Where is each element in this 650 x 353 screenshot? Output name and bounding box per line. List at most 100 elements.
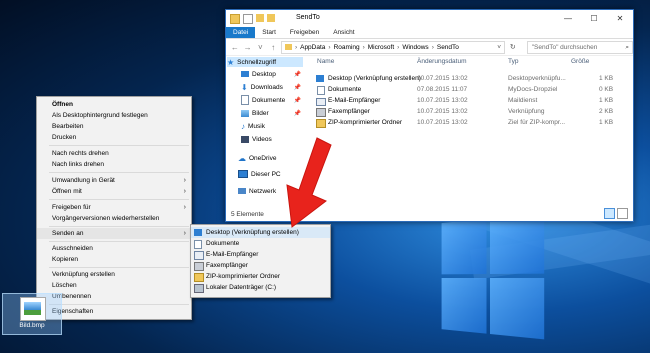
- menu-item-bearbeiten[interactable]: Bearbeiten: [37, 121, 191, 132]
- nav-item-dokumente[interactable]: Dokumente 📌: [241, 95, 305, 105]
- document-icon: [317, 86, 325, 95]
- nav-label: Dokumente: [252, 96, 286, 104]
- breadcrumb-item[interactable]: Microsoft: [368, 44, 394, 51]
- tab-freigeben[interactable]: Freigeben: [283, 27, 326, 38]
- send-to-mail[interactable]: E-Mail-Empfänger: [191, 249, 330, 260]
- document-icon: [194, 240, 202, 249]
- nav-item-downloads[interactable]: ⬇ Downloads 📌: [241, 82, 305, 92]
- menu-item-send-to[interactable]: Senden an ›: [37, 228, 191, 239]
- title-bar: SendTo — ☐ ✕: [226, 10, 633, 27]
- nav-item-bilder[interactable]: Bilder 📌: [241, 108, 305, 118]
- menu-item-copy[interactable]: Kopieren: [37, 254, 191, 265]
- file-type: Ziel für ZIP-kompr...: [508, 119, 566, 126]
- refresh-icon[interactable]: ↻: [508, 43, 518, 51]
- send-to-zip[interactable]: ZIP-komprimierter Ordner: [191, 271, 330, 282]
- file-name: ZIP-komprimierter Ordner: [328, 119, 403, 126]
- nav-item-schnellzugriff[interactable]: ★ Schnellzugriff: [227, 57, 303, 67]
- maximize-button[interactable]: ☐: [581, 10, 607, 27]
- menu-item-drucken[interactable]: Drucken: [37, 132, 191, 143]
- send-to-local-drive[interactable]: Lokaler Datenträger (C:): [191, 282, 330, 293]
- nav-item-videos[interactable]: Videos: [241, 134, 305, 144]
- menu-label: Drucken: [52, 134, 77, 141]
- file-row[interactable]: Faxempfänger 10.07.2015 13:02 Verknüpfun…: [314, 107, 629, 117]
- menu-item-set-background[interactable]: Als Desktophintergrund festlegen: [37, 110, 191, 121]
- desktop-icon: [241, 71, 249, 77]
- column-header-date[interactable]: Änderungsdatum: [417, 58, 467, 65]
- download-icon: ⬇: [241, 82, 248, 92]
- pin-icon[interactable]: 📌: [294, 84, 301, 91]
- quick-access-toolbar-icon[interactable]: [243, 14, 253, 24]
- submenu-label: Lokaler Datenträger (C:): [206, 284, 277, 291]
- close-button[interactable]: ✕: [607, 10, 633, 27]
- file-row[interactable]: E-Mail-Empfänger 10.07.2015 13:02 Maildi…: [314, 96, 629, 106]
- file-date: 07.08.2015 11:07: [417, 86, 468, 93]
- file-size: 1 KB: [599, 97, 614, 104]
- nav-item-onedrive[interactable]: ☁ OneDrive: [238, 153, 304, 163]
- menu-item-rotate-left[interactable]: Nach links drehen: [37, 159, 191, 170]
- nav-item-desktop[interactable]: Desktop 📌: [241, 69, 305, 79]
- details-view-icon[interactable]: [604, 208, 615, 219]
- minimize-button[interactable]: —: [555, 10, 581, 27]
- back-button[interactable]: ←: [230, 43, 240, 52]
- breadcrumb-item[interactable]: Windows: [402, 44, 428, 51]
- chevron-down-icon[interactable]: ˅: [497, 44, 501, 51]
- column-header-type[interactable]: Typ: [508, 58, 518, 65]
- menu-item-cast-to-device[interactable]: Umwandlung in Gerät ›: [37, 175, 191, 186]
- column-header-name[interactable]: Name: [317, 58, 334, 65]
- submenu-label: ZIP-komprimierter Ordner: [206, 273, 281, 280]
- nav-item-dieser-pc[interactable]: Dieser PC: [238, 169, 304, 179]
- menu-item-cut[interactable]: Ausschneiden: [37, 243, 191, 254]
- nav-label: OneDrive: [249, 154, 277, 162]
- pin-icon[interactable]: 📌: [294, 110, 301, 117]
- menu-label: Senden an: [52, 230, 84, 237]
- music-icon: ♪: [241, 121, 245, 131]
- menu-item-delete[interactable]: Löschen: [37, 280, 191, 291]
- submenu-label: Desktop (Verknüpfung erstellen): [206, 229, 299, 236]
- tab-datei[interactable]: Datei: [226, 27, 256, 38]
- desktop-shortcut-icon: [316, 75, 324, 82]
- tab-ansicht[interactable]: Ansicht: [326, 27, 361, 38]
- menu-item-open-with[interactable]: Öffnen mit ›: [37, 186, 191, 197]
- navigation-pane: ★ Schnellzugriff Desktop 📌 ⬇ Downloads 📌…: [226, 56, 306, 209]
- desktop-file-label: Bild.bmp: [19, 322, 45, 329]
- pin-icon[interactable]: 📌: [294, 71, 301, 78]
- menu-label: Nach rechts drehen: [52, 150, 109, 157]
- file-row[interactable]: ZIP-komprimierter Ordner 10.07.2015 13:0…: [314, 118, 629, 128]
- large-icons-view-icon[interactable]: [617, 208, 628, 219]
- menu-item-restore-versions[interactable]: Vorgängerversionen wiederherstellen: [37, 213, 191, 224]
- new-folder-icon[interactable]: [256, 14, 264, 22]
- menu-item-rotate-right[interactable]: Nach rechts drehen: [37, 148, 191, 159]
- desktop-file-bild-bmp[interactable]: Bild.bmp: [2, 293, 62, 335]
- menu-item-create-shortcut[interactable]: Verknüpfung erstellen: [37, 269, 191, 280]
- pin-icon[interactable]: 📌: [294, 97, 301, 104]
- up-button[interactable]: ↑: [268, 43, 278, 52]
- send-to-fax[interactable]: Faxempfänger: [191, 260, 330, 271]
- chevron-right-icon: ›: [183, 188, 186, 195]
- menu-item-share-with[interactable]: Freigeben für ›: [37, 202, 191, 213]
- address-bar[interactable]: › AppData › Roaming › Microsoft › Windows › …: [280, 40, 505, 54]
- nav-item-netzwerk[interactable]: Netzwerk: [238, 186, 304, 196]
- breadcrumb-item[interactable]: AppData: [300, 44, 325, 51]
- menu-label: Nach links drehen: [52, 161, 105, 168]
- desktop-icon: [194, 229, 202, 236]
- menu-label: Als Desktophintergrund festlegen: [52, 112, 148, 119]
- tab-start[interactable]: Start: [255, 27, 283, 38]
- folder-icon: [267, 14, 275, 22]
- nav-item-musik[interactable]: ♪ Musik: [241, 121, 305, 131]
- file-row[interactable]: Desktop (Verknüpfung erstellen) 10.07.20…: [314, 74, 629, 84]
- menu-separator: [49, 145, 189, 146]
- send-to-documents[interactable]: Dokumente: [191, 238, 330, 249]
- breadcrumb-item[interactable]: Roaming: [334, 44, 360, 51]
- menu-label: Verknüpfung erstellen: [52, 271, 115, 278]
- breadcrumb-item[interactable]: SendTo: [437, 44, 459, 51]
- file-size: 1 KB: [599, 75, 614, 82]
- send-to-desktop[interactable]: Desktop (Verknüpfung erstellen): [191, 227, 330, 238]
- forward-button[interactable]: →: [243, 43, 253, 52]
- explorer-window: SendTo — ☐ ✕ Datei Start Freigeben Ansic…: [225, 9, 634, 222]
- file-row[interactable]: Dokumente 07.08.2015 11:07 MyDocs-Dropzi…: [314, 85, 629, 95]
- menu-item-oeffnen[interactable]: Öffnen: [37, 99, 191, 110]
- menu-label: Löschen: [52, 282, 77, 289]
- search-input[interactable]: "SendTo" durchsuchen ⌕: [526, 40, 633, 54]
- column-header-size[interactable]: Größe: [571, 58, 589, 65]
- recent-dropdown-icon[interactable]: ˅: [255, 43, 265, 52]
